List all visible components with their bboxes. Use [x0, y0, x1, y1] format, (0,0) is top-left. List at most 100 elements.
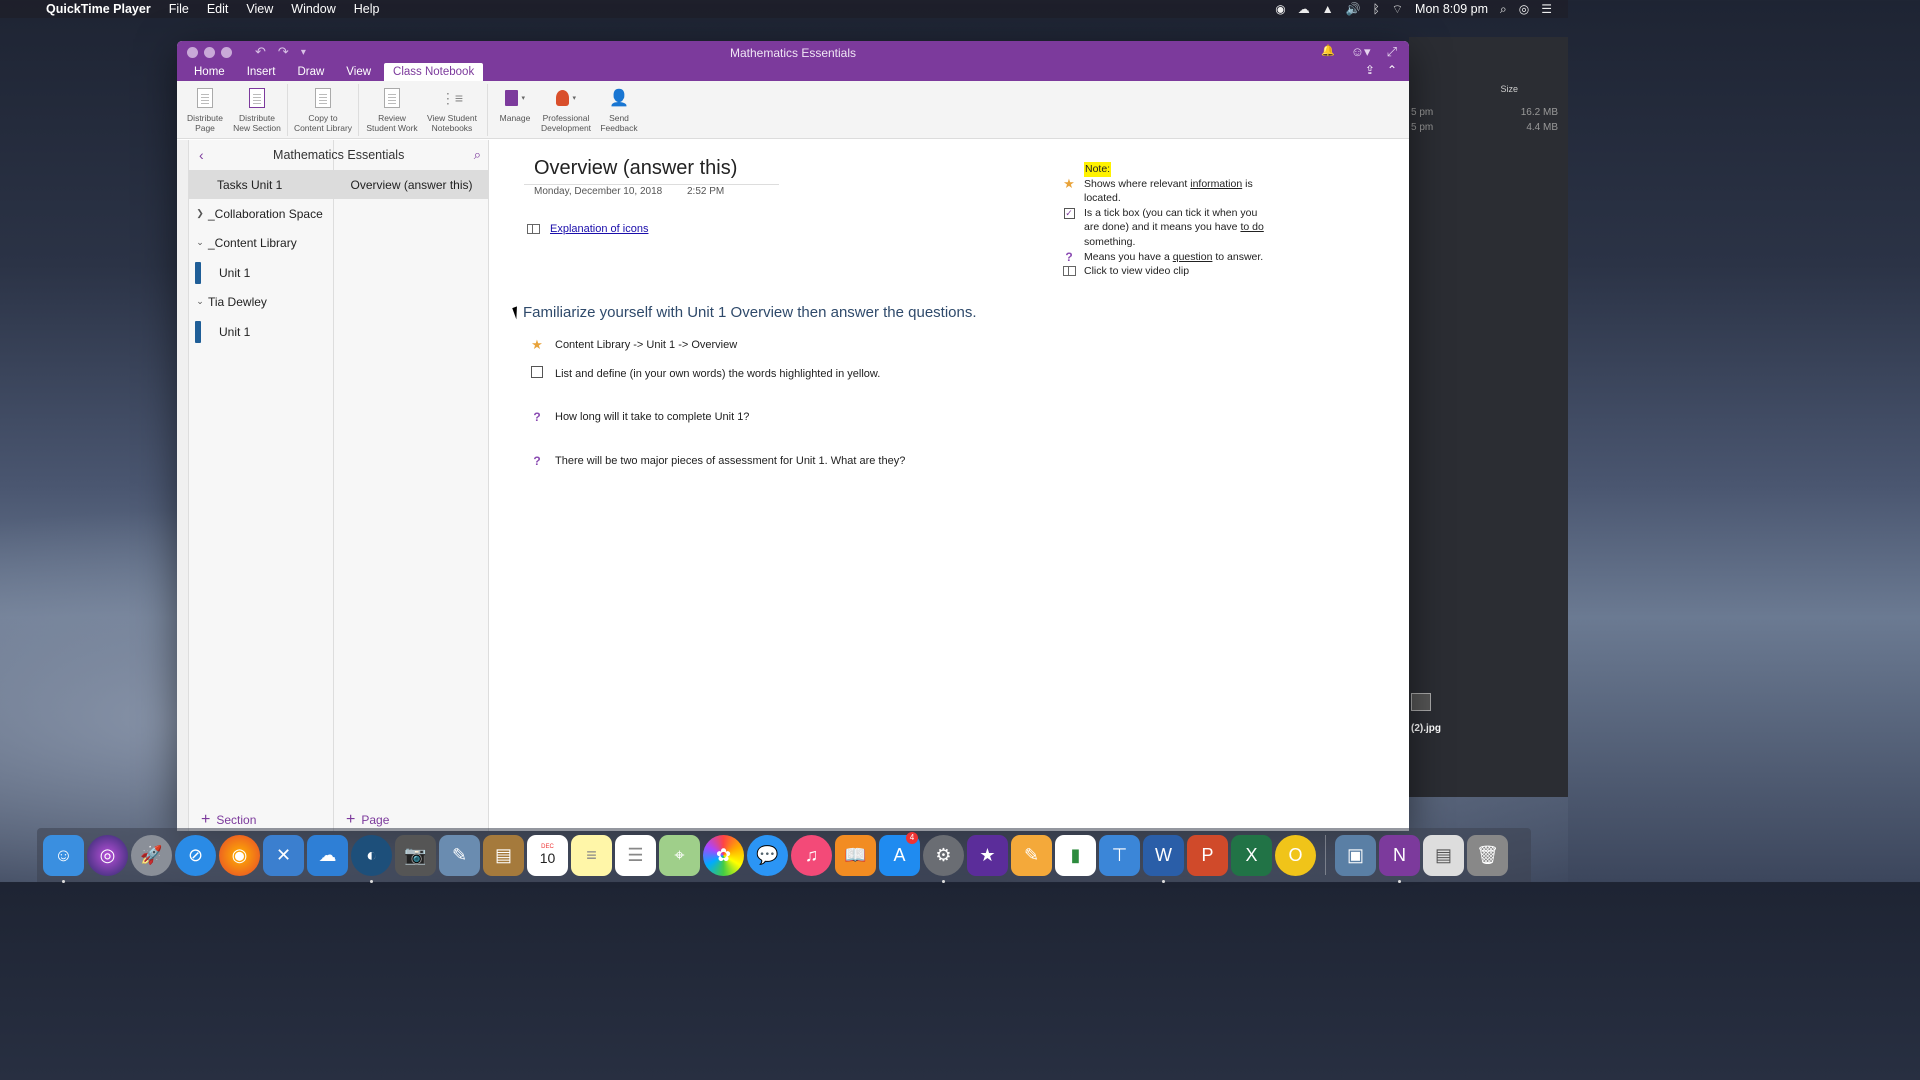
tab-insert[interactable]: Insert	[238, 63, 285, 81]
icon-legend-note[interactable]: Note: ★ Shows where relevant information…	[1062, 162, 1272, 281]
review-student-work-button[interactable]: Review Student Work	[363, 81, 421, 133]
dock-siri[interactable]: ◎	[87, 834, 128, 876]
dock-documents[interactable]: ▤	[1423, 834, 1464, 876]
menu-app-name[interactable]: QuickTime Player	[46, 2, 151, 16]
drive-icon[interactable]: ▲	[1322, 2, 1334, 16]
note-question-row: ? Means you have a question to answer.	[1062, 250, 1272, 265]
dock-maps[interactable]: ⌖	[659, 834, 700, 876]
video-clip-icon[interactable]	[1062, 264, 1076, 281]
siri-icon[interactable]: ◎	[1519, 2, 1529, 16]
menu-edit[interactable]: Edit	[207, 2, 229, 16]
task-item[interactable]: ★ Content Library -> Unit 1 -> Overview	[529, 337, 737, 353]
dock-system-preferences[interactable]: ⚙	[923, 834, 964, 883]
distribute-page-button[interactable]: Distribute Page	[179, 81, 231, 133]
dock-safari[interactable]: ⊘	[175, 834, 216, 876]
size-column-header[interactable]: Size	[1500, 84, 1518, 94]
explanation-of-icons-link[interactable]: Explanation of icons	[550, 223, 648, 235]
fullscreen-icon[interactable]: ⤢	[1387, 44, 1397, 60]
section-item[interactable]: Unit 1	[189, 258, 334, 287]
file-label[interactable]: (2).jpg	[1411, 723, 1441, 734]
dock-pages[interactable]: ✎	[1011, 834, 1052, 876]
search-icon[interactable]: ⌕	[474, 147, 481, 163]
dock-onenote[interactable]: N	[1379, 834, 1420, 883]
section-group-item[interactable]: ❯ _Collaboration Space	[189, 199, 334, 228]
wifi-icon[interactable]: ⌔	[1392, 2, 1403, 17]
volume-icon[interactable]: 🔊	[1346, 2, 1361, 16]
chevron-right-icon[interactable]: ❯	[192, 208, 208, 219]
tab-view[interactable]: View	[337, 63, 380, 81]
manage-button[interactable]: ▾ Manage	[492, 81, 538, 123]
tab-class-notebook[interactable]: Class Notebook	[384, 63, 484, 81]
dock-reminders[interactable]: ☰	[615, 834, 656, 876]
page-title[interactable]: Overview (answer this)	[534, 157, 737, 180]
view-student-notebooks-button[interactable]: ⋮≡ View Student Notebooks	[421, 81, 483, 134]
record-icon[interactable]: ◉	[1275, 2, 1285, 16]
dock-numbers[interactable]: ▮	[1055, 834, 1096, 876]
dock-excel[interactable]: X	[1231, 834, 1272, 876]
dock-notes[interactable]: ≡	[571, 834, 612, 876]
dock-preview[interactable]: ✎	[439, 834, 480, 876]
menu-clock[interactable]: Mon 8:09 pm	[1415, 2, 1488, 16]
dock-xcode[interactable]: ✕	[263, 834, 304, 876]
cloud-icon[interactable]: ☁	[1298, 2, 1310, 16]
spotlight-icon[interactable]: ⌕	[1500, 2, 1507, 17]
gear-icon: ⚙	[935, 844, 952, 865]
file-thumbnail[interactable]	[1411, 693, 1431, 711]
smiley-feedback-icon[interactable]: ☺▾	[1351, 44, 1371, 60]
dock-calendar[interactable]: DEC 10	[527, 834, 568, 876]
professional-development-button[interactable]: ▾ Professional Development	[538, 81, 594, 133]
share-icon[interactable]: ⇪	[1365, 63, 1375, 77]
dock-keynote[interactable]: ⊤	[1099, 834, 1140, 876]
task-item[interactable]: ? How long will it take to complete Unit…	[529, 410, 749, 424]
add-section-button[interactable]: + Section	[201, 811, 256, 829]
section-item[interactable]: Unit 1	[189, 317, 334, 346]
checkbox-icon[interactable]	[529, 366, 545, 381]
copy-to-content-library-button[interactable]: Copy to Content Library	[292, 81, 354, 133]
dock-launchpad[interactable]: 🚀	[131, 834, 172, 876]
send-feedback-button[interactable]: 👤 Send Feedback	[594, 81, 644, 133]
bluetooth-icon[interactable]: ᛒ	[1373, 2, 1380, 16]
dock-word[interactable]: W	[1143, 834, 1184, 883]
notification-center-icon[interactable]: ☰	[1541, 2, 1552, 16]
dock-imovie[interactable]: ★	[967, 834, 1008, 876]
dock-itunes[interactable]: ♫	[791, 834, 832, 876]
checked-box-icon[interactable]: ✓	[1062, 206, 1076, 221]
dock-photos[interactable]: ✿	[703, 834, 744, 876]
add-page-button[interactable]: + Page	[346, 811, 389, 829]
menu-view[interactable]: View	[246, 2, 273, 16]
dock-screenshot[interactable]: 📷	[395, 834, 436, 876]
collapse-ribbon-icon[interactable]: ⌃	[1387, 63, 1397, 77]
section-group-item[interactable]: ⌄ Tia Dewley	[189, 287, 334, 316]
page-item[interactable]: Overview (answer this)	[334, 170, 489, 199]
chevron-down-icon[interactable]: ⌄	[192, 296, 208, 307]
tab-home[interactable]: Home	[185, 63, 234, 81]
dock-notebook[interactable]: ▤	[483, 834, 524, 876]
distribute-new-section-button[interactable]: Distribute New Section	[231, 81, 283, 133]
dock-outlook[interactable]: O	[1275, 834, 1316, 876]
dock-app-store[interactable]: A4	[879, 831, 920, 876]
menu-file[interactable]: File	[169, 2, 189, 16]
dock-firefox[interactable]: ◉	[219, 834, 260, 876]
dock-powerpoint[interactable]: P	[1187, 834, 1228, 876]
dock-trash[interactable]: 🗑	[1467, 834, 1508, 876]
task-item[interactable]: List and define (in your own words) the …	[529, 366, 880, 381]
dock-image-capture[interactable]: ▣	[1335, 834, 1376, 876]
task-item[interactable]: ? There will be two major pieces of asse…	[529, 454, 905, 468]
tab-draw[interactable]: Draw	[288, 63, 333, 81]
section-group-item[interactable]: ⌄ _Content Library	[189, 228, 334, 257]
page-canvas[interactable]: Overview (answer this) Monday, December …	[489, 140, 1409, 831]
dock-edge[interactable]: ◐	[351, 834, 392, 883]
chevron-down-icon[interactable]: ⌄	[192, 237, 208, 248]
menu-help[interactable]: Help	[354, 2, 380, 16]
dock-icloud[interactable]: ☁	[307, 834, 348, 876]
section-item[interactable]: Tasks Unit 1	[189, 170, 334, 199]
bell-icon[interactable]: 🔔	[1321, 44, 1335, 60]
dock-messages[interactable]: 💬	[747, 834, 788, 876]
page-heading[interactable]: Familiarize yourself with Unit 1 Overvie…	[523, 304, 977, 321]
dock-finder[interactable]: ☺	[43, 834, 84, 883]
dock-books[interactable]: 📖	[835, 834, 876, 876]
button-label: Manage	[499, 113, 531, 123]
menu-window[interactable]: Window	[291, 2, 335, 16]
notebook-title[interactable]: Mathematics Essentials	[204, 148, 474, 162]
video-clip-icon[interactable]	[527, 224, 540, 234]
